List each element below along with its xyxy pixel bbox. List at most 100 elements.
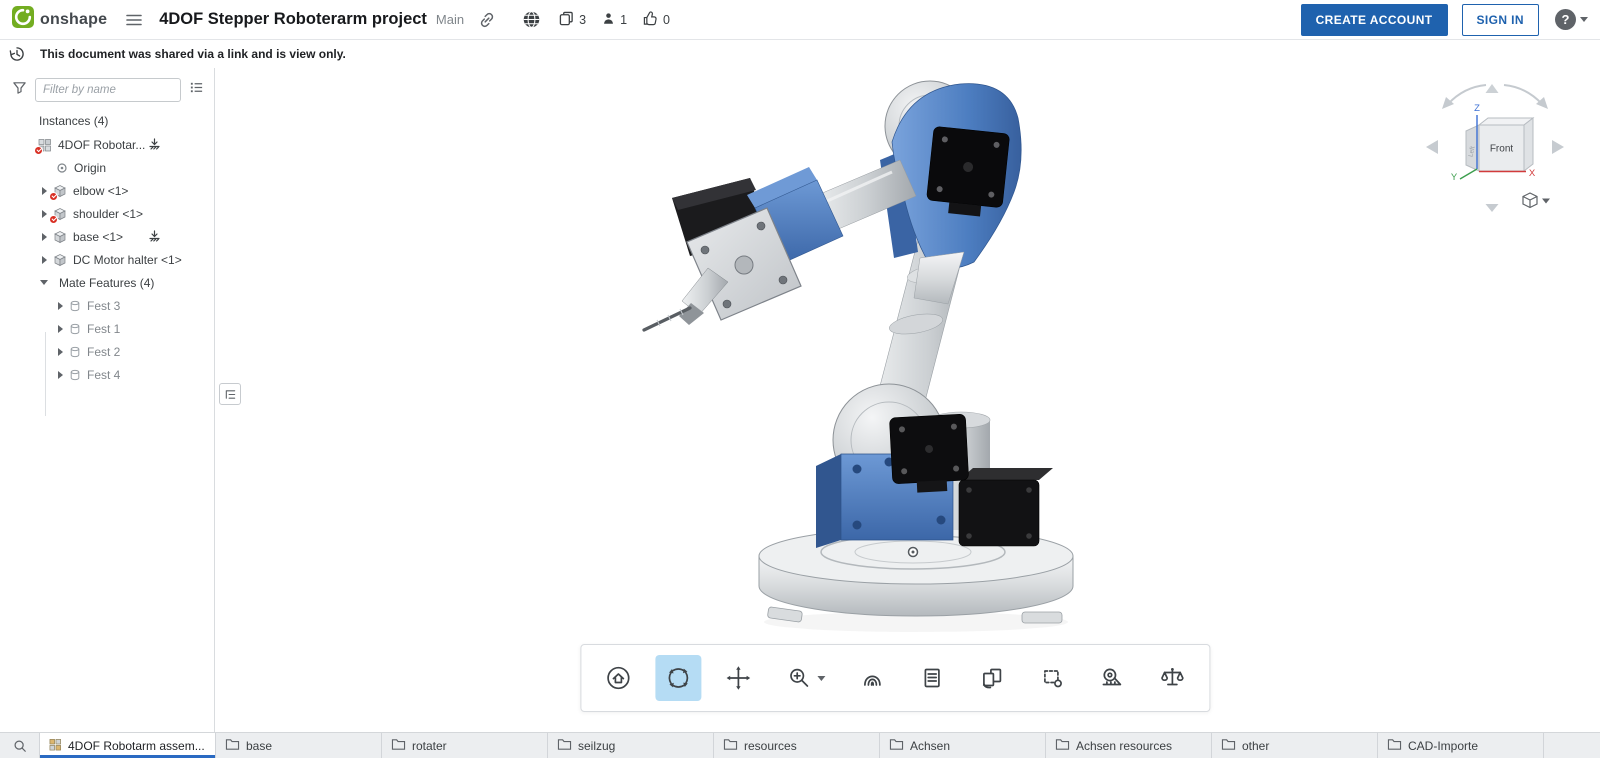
chevron-right-icon[interactable]: [54, 363, 66, 386]
tree-item-mate-fest4[interactable]: Fest 4: [0, 363, 214, 386]
create-account-button[interactable]: CREATE ACCOUNT: [1301, 4, 1448, 36]
tree-item-mate-fest1[interactable]: Fest 1: [0, 317, 214, 340]
tab-achsen[interactable]: Achsen: [880, 733, 1046, 758]
chevron-right-icon[interactable]: [38, 248, 50, 271]
public-globe-icon[interactable]: [522, 10, 541, 29]
rotate-left-arrow[interactable]: [1426, 140, 1438, 154]
zoom-tool-button[interactable]: [775, 655, 835, 701]
sign-in-button[interactable]: SIGN IN: [1462, 4, 1539, 36]
robot-arm-model[interactable]: [216, 68, 1600, 732]
tab-seilzug[interactable]: seilzug: [548, 733, 714, 758]
chevron-down-icon[interactable]: [38, 271, 50, 294]
chevron-right-icon[interactable]: [54, 317, 66, 340]
tree-item-origin[interactable]: Origin: [0, 156, 214, 179]
likes-stat[interactable]: 0: [643, 11, 670, 29]
assembly-icon: [38, 138, 52, 152]
mate-icon: [69, 300, 81, 312]
create-drawing-button[interactable]: [969, 655, 1015, 701]
viewcube-front-label: Front: [1490, 144, 1514, 155]
folder-icon: [889, 738, 904, 754]
view-cube[interactable]: Front Left Z Y X: [1420, 82, 1570, 217]
tab-other[interactable]: other: [1212, 733, 1378, 758]
section-view-button[interactable]: [1029, 655, 1075, 701]
create-drawing-icon: [979, 665, 1005, 691]
tree-item-elbow[interactable]: elbow <1>: [0, 179, 214, 202]
tree-item-root-assembly[interactable]: 4DOF Robotar...: [0, 133, 214, 156]
roll-right-arrow[interactable]: [1504, 85, 1542, 104]
tree-item-mate-fest2[interactable]: Fest 2: [0, 340, 214, 363]
folder-icon: [1221, 738, 1236, 754]
pan-icon: [725, 665, 751, 691]
z-axis-label: Z: [1474, 103, 1480, 114]
help-caret-icon[interactable]: [1580, 17, 1588, 22]
measure-button[interactable]: [1089, 655, 1135, 701]
menu-icon[interactable]: [121, 7, 147, 33]
zoom-to-fit-icon: [859, 665, 885, 691]
assembly-tree-panel: Instances (4) 4DOF Robotar... Origin: [0, 68, 215, 732]
named-views-button[interactable]: [909, 655, 955, 701]
tree-item-base[interactable]: base <1>: [0, 225, 214, 248]
copies-stat[interactable]: 3: [559, 11, 586, 29]
zoom-to-fit-button[interactable]: [849, 655, 895, 701]
tab-rotater[interactable]: rotater: [382, 733, 548, 758]
mate-icon: [69, 323, 81, 335]
x-axis-label: X: [1529, 168, 1536, 179]
viewcube-right-face[interactable]: [1524, 118, 1533, 171]
3d-viewport[interactable]: Front Left Z Y X: [216, 68, 1600, 732]
named-views-icon: [919, 665, 945, 691]
home-view-button[interactable]: [595, 655, 641, 701]
pan-tool-button[interactable]: [715, 655, 761, 701]
view-only-notice-text: This document was shared via a link and …: [40, 47, 346, 61]
chevron-right-icon[interactable]: [54, 294, 66, 317]
filter-icon[interactable]: [12, 80, 27, 100]
list-view-icon[interactable]: [189, 80, 204, 100]
mass-properties-icon: [1159, 665, 1185, 691]
chevron-down-icon: [1542, 199, 1550, 204]
share-link-icon[interactable]: [478, 11, 496, 29]
chevron-right-icon[interactable]: [38, 202, 50, 225]
tree-item-shoulder[interactable]: shoulder <1>: [0, 202, 214, 225]
zoom-icon: [786, 665, 812, 691]
branch-selector[interactable]: Main: [436, 12, 464, 27]
tree-item-mate-fest3[interactable]: Fest 3: [0, 294, 214, 317]
rotate-tool-button[interactable]: [655, 655, 701, 701]
likes-count: 0: [663, 13, 670, 27]
tab-search-button[interactable]: [0, 733, 40, 758]
tab-assembly[interactable]: 4DOF Robotarm assem...: [40, 733, 216, 758]
roll-left-arrow[interactable]: [1448, 85, 1486, 104]
followers-stat[interactable]: 1: [602, 11, 627, 29]
tree-item-dc-motor-halter[interactable]: DC Motor halter <1>: [0, 248, 214, 271]
folder-icon: [225, 738, 240, 754]
chevron-right-icon[interactable]: [38, 179, 50, 202]
mate-features-header[interactable]: Mate Features (4): [0, 271, 214, 294]
top-bar: onshape 4DOF Stepper Roboterarm project …: [0, 0, 1600, 40]
onshape-logo-icon: [12, 6, 34, 33]
tab-base[interactable]: base: [216, 733, 382, 758]
instances-tree: Instances (4) 4DOF Robotar... Origin: [0, 110, 214, 386]
rotate-down-arrow[interactable]: [1486, 204, 1499, 212]
mass-properties-button[interactable]: [1149, 655, 1195, 701]
assembly-icon: [49, 738, 62, 754]
history-icon[interactable]: [8, 45, 26, 63]
rotate-right-arrow[interactable]: [1552, 140, 1564, 154]
tab-resources[interactable]: resources: [714, 733, 880, 758]
tab-cad-importe[interactable]: CAD-Importe: [1378, 733, 1544, 758]
document-tab-bar: 4DOF Robotarm assem... base rotater seil…: [0, 732, 1600, 758]
part-icon: [53, 253, 67, 267]
chevron-right-icon[interactable]: [54, 340, 66, 363]
filter-input[interactable]: [35, 78, 181, 102]
view-options-dropdown[interactable]: [1523, 193, 1550, 208]
y-axis-line: [1460, 169, 1477, 179]
zoom-dropdown-caret-icon[interactable]: [817, 676, 825, 681]
chevron-right-icon[interactable]: [38, 225, 50, 248]
tree-structure-toggle[interactable]: [219, 383, 241, 405]
help-button[interactable]: ?: [1555, 9, 1576, 30]
search-icon: [13, 739, 27, 753]
rotate-up-arrow[interactable]: [1486, 84, 1499, 93]
folder-icon: [391, 738, 406, 754]
onshape-logo[interactable]: onshape: [12, 6, 107, 33]
robot-base-motor: [959, 468, 1053, 546]
copies-count: 3: [579, 13, 586, 27]
tab-achsen-resources[interactable]: Achsen resources: [1046, 733, 1212, 758]
logo-wordmark: onshape: [40, 11, 107, 29]
